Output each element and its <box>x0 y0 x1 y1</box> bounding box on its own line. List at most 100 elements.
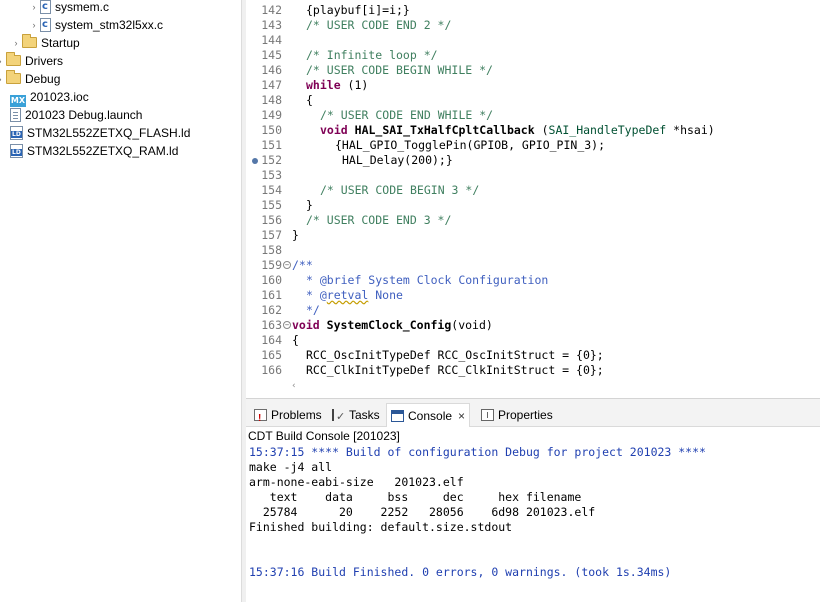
code-line: 152 HAL_Delay(200);} <box>246 153 820 168</box>
line-number: 142 <box>261 3 282 17</box>
code-type: SAI_HandleTypeDef <box>548 123 667 137</box>
tree-item-ram-ld[interactable]: STM32L552ZETXQ_RAM.ld <box>10 142 178 160</box>
console-line: Finished building: default.size.stdout <box>249 520 513 534</box>
code-comment: /* USER CODE BEGIN WHILE */ <box>306 63 493 77</box>
code-line: 166 RCC_ClkInitTypeDef RCC_ClkInitStruct … <box>246 363 820 378</box>
code-line: 164 { <box>246 333 820 348</box>
line-number: 160 <box>261 273 282 287</box>
tab-console[interactable]: Console × <box>386 403 471 428</box>
line-number: 161 <box>261 288 282 302</box>
horizontal-scrollbar[interactable]: ‹ <box>292 381 820 395</box>
line-number: 145 <box>261 48 282 62</box>
linker-file-icon <box>10 144 23 158</box>
console-line: 15:37:15 **** Build of configuration Deb… <box>249 445 706 459</box>
c-file-icon <box>40 16 51 34</box>
code-text: (1) <box>340 78 369 92</box>
line-number: 147 <box>261 78 282 92</box>
line-number: 153 <box>261 168 282 182</box>
code-doc-comment: None <box>368 288 403 302</box>
bottom-panel: Problems Tasks Console × Properties CDT B… <box>246 398 820 602</box>
console-output[interactable]: 15:37:15 **** Build of configuration Deb… <box>246 445 820 602</box>
tree-item-startup[interactable]: › Startup <box>10 34 80 52</box>
tree-item-system-stm32l5xx[interactable]: › system_stm32l5xx.c <box>28 16 164 34</box>
project-explorer: ›sysmem.c ›system_stm32l5xx.c ›Startup ›… <box>0 0 241 602</box>
line-number: 158 <box>261 243 282 257</box>
code-doc-comment: */ <box>306 303 320 317</box>
line-number: 154 <box>261 183 282 197</box>
line-number: 157 <box>261 228 282 242</box>
tree-item-sysmem[interactable]: › sysmem.c <box>28 0 109 16</box>
tree-item-flash-ld[interactable]: STM32L552ZETXQ_FLASH.ld <box>10 124 190 142</box>
tab-problems[interactable]: Problems <box>250 403 326 431</box>
line-number: 155 <box>261 198 282 212</box>
code-line: 153 <box>246 168 820 183</box>
expand-arrow-icon[interactable]: › <box>10 34 22 52</box>
code-line: 147 while (1) <box>246 78 820 93</box>
line-number: 150 <box>261 123 282 137</box>
console-line: 25784 20 2252 28056 6d98 201023.elf <box>249 505 596 519</box>
tree-item-label: 201023.ioc <box>30 90 89 104</box>
code-keyword: void <box>320 123 348 137</box>
linker-file-icon <box>10 126 23 140</box>
panel-tab-bar: Problems Tasks Console × Properties <box>246 399 820 431</box>
tab-label: Tasks <box>349 408 380 422</box>
tab-label: Console <box>408 409 453 423</box>
code-text: ) <box>485 318 493 332</box>
code-line: 143 /* USER CODE END 2 */ <box>246 18 820 33</box>
code-text: RCC_OscInitTypeDef RCC_OscInitStruct = {… <box>306 348 604 362</box>
tasks-icon <box>332 405 345 429</box>
tree-item-debug[interactable]: ›Debug <box>0 70 60 88</box>
code-text: { <box>306 93 313 107</box>
tree-item-ioc[interactable]: MX 201023.ioc <box>10 88 89 107</box>
fold-collapse-icon[interactable]: − <box>283 321 291 329</box>
launch-file-icon <box>10 108 21 122</box>
scroll-left-icon[interactable]: ‹ <box>292 381 296 391</box>
properties-icon <box>481 409 494 421</box>
line-number: 143 <box>261 18 282 32</box>
tab-properties[interactable]: Properties <box>477 403 557 427</box>
line-number: 151 <box>261 138 282 152</box>
code-comment: /* USER CODE END 3 */ <box>306 213 452 227</box>
tab-tasks[interactable]: Tasks <box>328 403 384 429</box>
console-title: CDT Build Console [201023] <box>246 428 820 444</box>
code-line: 155} <box>246 198 820 213</box>
line-number: 162 <box>261 303 282 317</box>
tree-item-label: STM32L552ZETXQ_FLASH.ld <box>27 126 191 140</box>
tree-item-launch[interactable]: 201023 Debug.launch <box>10 106 142 124</box>
code-line: 145 /* Infinite loop */ <box>246 48 820 63</box>
fold-collapse-icon[interactable]: − <box>283 261 291 269</box>
code-text: } <box>306 198 313 212</box>
line-number: 149 <box>261 108 282 122</box>
line-number: 163 <box>261 318 282 332</box>
code-line: 149 /* USER CODE END WHILE */ <box>246 108 820 123</box>
line-number: 164 <box>261 333 282 347</box>
code-line: 142 {playbuf[i]=i;} <box>246 3 820 18</box>
code-line: 159−/** <box>246 258 820 273</box>
folder-icon <box>6 52 21 66</box>
tree-item-label: Startup <box>41 36 80 50</box>
code-doc-comment: * @ <box>306 288 327 302</box>
code-text: } <box>292 228 299 242</box>
code-keyword: while <box>306 78 341 92</box>
tree-item-label: sysmem.c <box>55 0 109 14</box>
tab-label: Properties <box>498 408 553 422</box>
code-line: 160 * @brief System Clock Configuration <box>246 273 820 288</box>
close-icon[interactable]: × <box>458 404 465 428</box>
tree-item-label: STM32L552ZETXQ_RAM.ld <box>27 144 179 158</box>
line-number: 156 <box>261 213 282 227</box>
code-line: 146 /* USER CODE BEGIN WHILE */ <box>246 63 820 78</box>
code-function-name: HAL_SAI_TxHalfCpltCallback <box>354 123 535 137</box>
tree-item-drivers[interactable]: ›Drivers <box>0 52 63 70</box>
code-line: 150 void HAL_SAI_TxHalfCpltCallback (SAI_… <box>246 123 820 138</box>
expand-arrow-icon[interactable]: › <box>28 16 40 34</box>
code-text: {HAL_GPIO_TogglePin(GPIOB, GPIO_PIN_3); <box>335 138 606 152</box>
line-number: 165 <box>261 348 282 362</box>
tree-item-label: Drivers <box>25 54 63 68</box>
line-number: 159 <box>261 258 282 272</box>
folder-icon <box>6 70 21 84</box>
code-editor[interactable]: 142 {playbuf[i]=i;} 143 /* USER CODE END 2… <box>246 0 820 398</box>
code-comment: /* USER CODE END 2 */ <box>306 18 452 32</box>
console-line: make -j4 all <box>249 460 333 474</box>
tree-item-label: system_stm32l5xx.c <box>55 18 164 32</box>
expand-arrow-icon[interactable]: › <box>28 0 40 16</box>
